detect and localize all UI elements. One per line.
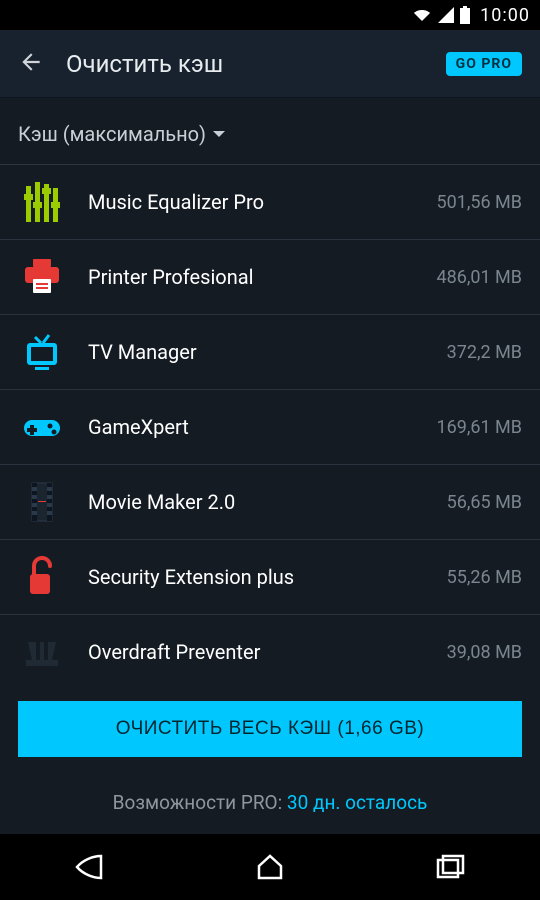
go-pro-badge[interactable]: GO PRO xyxy=(446,52,522,76)
nav-home-icon[interactable] xyxy=(235,847,305,887)
list-item-size: 486,01 MB xyxy=(436,267,522,288)
app-header: Очистить кэш GO PRO xyxy=(0,30,540,98)
list-item-size: 169,61 MB xyxy=(436,417,522,438)
back-arrow-icon[interactable] xyxy=(18,49,44,79)
list-item-size: 55,26 MB xyxy=(447,567,522,588)
signal-icon xyxy=(438,7,454,23)
lock-open-icon xyxy=(18,554,66,600)
nav-recents-icon[interactable] xyxy=(415,847,485,887)
page-title: Очистить кэш xyxy=(66,50,424,78)
tv-icon xyxy=(18,329,66,375)
list-item-name: Printer Profesional xyxy=(88,265,414,289)
equalizer-icon xyxy=(18,179,66,225)
list-item-size: 56,65 MB xyxy=(447,492,522,513)
android-navbar xyxy=(0,834,540,900)
list-item[interactable]: GameXpert 169,61 MB xyxy=(0,390,540,465)
clear-button-container: ОЧИСТИТЬ ВЕСЬ КЭШ (1,66 GB) xyxy=(0,685,540,773)
list-item-name: GameXpert xyxy=(88,415,414,439)
app-list: Music Equalizer Pro 501,56 MB Printer Pr… xyxy=(0,165,540,685)
list-item-name: Music Equalizer Pro xyxy=(88,190,414,214)
sort-dropdown[interactable]: Кэш (максимально) xyxy=(0,98,540,165)
list-item-size: 39,08 MB xyxy=(447,642,522,663)
list-item-size: 501,56 MB xyxy=(436,192,522,213)
printer-icon xyxy=(18,254,66,300)
clear-all-cache-button[interactable]: ОЧИСТИТЬ ВЕСЬ КЭШ (1,66 GB) xyxy=(18,701,522,757)
list-item[interactable]: Movie Maker 2.0 56,65 MB xyxy=(0,465,540,540)
wifi-icon xyxy=(412,7,432,23)
film-icon xyxy=(18,479,66,525)
chevron-down-icon xyxy=(212,122,226,146)
list-item-name: Overdraft Preventer xyxy=(88,640,425,664)
list-item-name: Security Extension plus xyxy=(88,565,425,589)
list-item-name: TV Manager xyxy=(88,340,425,364)
list-item[interactable]: Music Equalizer Pro 501,56 MB xyxy=(0,165,540,240)
list-item-size: 372,2 MB xyxy=(447,342,522,363)
gamepad-icon xyxy=(18,404,66,450)
bank-icon xyxy=(18,629,66,675)
pro-trial-footer[interactable]: Возможности PRO: 30 дн. осталось xyxy=(0,773,540,834)
pro-footer-days: 30 дн. осталось xyxy=(287,791,427,814)
pro-footer-prefix: Возможности PRO: xyxy=(113,791,287,814)
list-item-name: Movie Maker 2.0 xyxy=(88,490,425,514)
list-item[interactable]: Overdraft Preventer 39,08 MB xyxy=(0,615,540,685)
sort-label: Кэш (максимально) xyxy=(18,122,206,146)
battery-icon xyxy=(460,6,470,24)
list-item[interactable]: Printer Profesional 486,01 MB xyxy=(0,240,540,315)
nav-back-icon[interactable] xyxy=(55,847,125,887)
status-time: 10:00 xyxy=(480,5,530,26)
list-item[interactable]: Security Extension plus 55,26 MB xyxy=(0,540,540,615)
list-item[interactable]: TV Manager 372,2 MB xyxy=(0,315,540,390)
android-statusbar: 10:00 xyxy=(0,0,540,30)
